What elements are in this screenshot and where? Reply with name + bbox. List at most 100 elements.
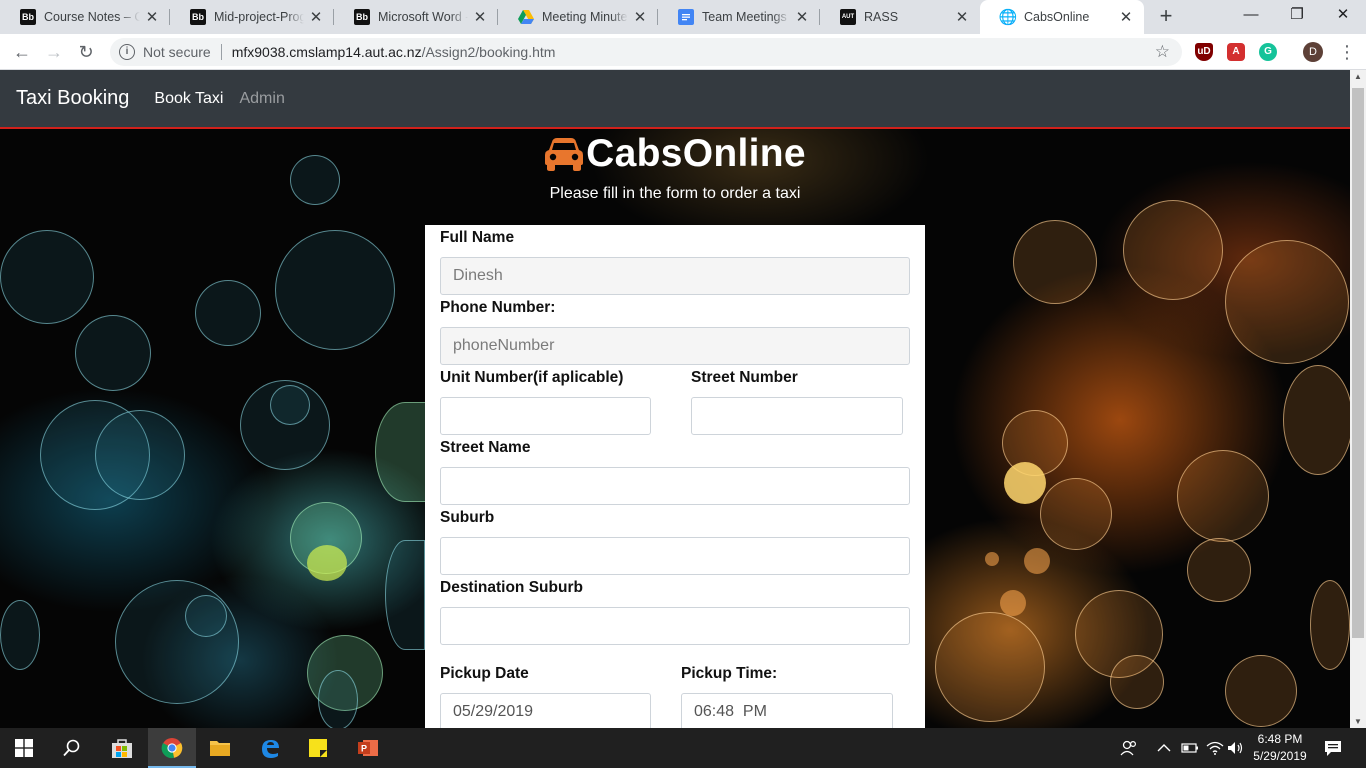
action-center-notification-icon[interactable] [1324, 728, 1342, 768]
info-icon[interactable]: i [119, 44, 135, 60]
nav-link-admin[interactable]: Admin [239, 90, 284, 108]
browser-tab-active[interactable]: 🌐 CabsOnline ✕ [980, 0, 1144, 34]
chrome-icon [161, 738, 183, 759]
start-button[interactable] [0, 728, 48, 768]
close-tab-icon[interactable]: ✕ [144, 8, 160, 26]
browser-tab[interactable]: Bb Microsoft Word - V ✕ [334, 0, 498, 34]
grammarly-extension-icon[interactable]: G [1259, 43, 1277, 61]
search-icon [63, 739, 80, 757]
taskbar-edge[interactable] [246, 728, 294, 768]
taskbar-store[interactable] [98, 728, 146, 768]
url-host: mfx9038.cmslamp14.aut.ac.nz [231, 44, 422, 60]
clock-time: 6:48 PM [1257, 732, 1303, 746]
close-tab-icon[interactable]: ✕ [632, 8, 648, 26]
pickup-date-label: Pickup Date [440, 665, 529, 682]
tab-title: Microsoft Word - V [378, 10, 468, 24]
bookmark-star-icon[interactable]: ☆ [1155, 42, 1170, 62]
chrome-menu-icon[interactable]: ⋮ [1338, 40, 1356, 64]
street-number-label: Street Number [691, 369, 798, 386]
bokeh-bubble [0, 600, 40, 670]
page-scrollbar[interactable]: ▲ ▼ [1350, 70, 1366, 728]
browser-tab[interactable]: Bb Course Notes – CC ✕ [0, 0, 170, 34]
destination-suburb-label: Destination Suburb [440, 579, 583, 596]
back-button[interactable]: ← [10, 40, 34, 64]
show-hidden-icons-chevron-icon[interactable] [1157, 728, 1171, 768]
bokeh-bubble [275, 230, 395, 350]
pickup-date-input[interactable]: 05/29/2019 [440, 693, 651, 728]
browser-tab[interactable]: Bb Mid-project-Progr ✕ [170, 0, 334, 34]
close-tab-icon[interactable]: ✕ [1118, 8, 1134, 26]
bokeh-bubble [1225, 655, 1297, 727]
taskbar-clock[interactable]: 6:48 PM 5/29/2019 [1240, 731, 1320, 765]
street-name-input[interactable] [440, 467, 910, 505]
destination-suburb-input[interactable] [440, 607, 910, 645]
tab-title: Mid-project-Progr [214, 10, 304, 24]
taskbar-powerpoint[interactable]: P [344, 728, 392, 768]
battery-icon[interactable] [1181, 728, 1199, 768]
powerpoint-icon: P [358, 740, 378, 756]
wifi-icon[interactable] [1206, 728, 1224, 768]
security-status[interactable]: Not secure [143, 44, 211, 60]
bokeh-bubble [385, 540, 425, 650]
reload-button[interactable]: ↻ [74, 40, 98, 64]
browser-tab[interactable]: Meeting Minutes - ✕ [498, 0, 658, 34]
close-window-button[interactable]: ✕ [1320, 0, 1366, 30]
bokeh-bubble [1187, 538, 1251, 602]
phone-input[interactable]: phoneNumber [440, 327, 910, 365]
bokeh-bubble [185, 595, 227, 637]
tab-title: Meeting Minutes - [542, 10, 628, 24]
acrobat-extension-icon[interactable]: A [1227, 43, 1245, 61]
bokeh-bubble [0, 230, 94, 324]
phone-label: Phone Number: [440, 299, 556, 316]
clock-date: 5/29/2019 [1253, 749, 1307, 763]
restore-button[interactable]: ❐ [1274, 0, 1320, 30]
taskbar-file-explorer[interactable] [196, 728, 244, 768]
street-number-input[interactable] [691, 397, 903, 435]
url-path: /Assign2/booking.htm [421, 44, 556, 60]
taskbar-sticky-notes[interactable] [294, 728, 342, 768]
close-tab-icon[interactable]: ✕ [794, 8, 810, 26]
suburb-input[interactable] [440, 537, 910, 575]
new-tab-button[interactable]: + [1155, 5, 1177, 27]
pickup-time-input[interactable]: 06:48 PM [681, 693, 893, 728]
scrollbar-thumb[interactable] [1352, 88, 1364, 638]
nav-link-book-taxi[interactable]: Book Taxi [154, 90, 223, 108]
blackboard-icon: Bb [20, 9, 36, 25]
bokeh-bubble [307, 545, 347, 581]
search-button[interactable] [48, 728, 96, 768]
windows-logo-icon [15, 739, 33, 757]
bokeh-bubble [75, 315, 151, 391]
svg-text:P: P [361, 744, 367, 754]
forward-button[interactable]: → [42, 40, 66, 64]
suburb-label: Suburb [440, 509, 495, 526]
scroll-down-arrow-icon[interactable]: ▼ [1354, 717, 1362, 726]
bokeh-bubble [1000, 590, 1026, 616]
navbar-brand[interactable]: Taxi Booking [16, 87, 129, 110]
unit-number-input[interactable] [440, 397, 651, 435]
unit-number-label: Unit Number(if aplicable) [440, 369, 624, 386]
page-subtitle: Please fill in the form to order a taxi [549, 185, 801, 202]
browser-tab[interactable]: Team Meetings - C ✕ [658, 0, 820, 34]
store-icon [112, 739, 132, 758]
browser-tab[interactable]: AUT RASS ✕ [820, 0, 980, 34]
close-tab-icon[interactable]: ✕ [472, 8, 488, 26]
page-title: CabsOnline [544, 132, 806, 176]
tab-title: RASS [864, 10, 899, 24]
pickup-time-label: Pickup Time: [681, 665, 778, 682]
heading-text: CabsOnline [586, 132, 806, 175]
scroll-up-arrow-icon[interactable]: ▲ [1354, 72, 1362, 81]
bokeh-bubble [1004, 462, 1046, 504]
people-icon[interactable] [1120, 728, 1138, 768]
aut-icon: AUT [840, 9, 856, 25]
bokeh-bubble [1024, 548, 1050, 574]
site-navbar: Taxi Booking Book Taxi Admin [0, 70, 1350, 129]
ublock-extension-icon[interactable]: uD [1195, 43, 1213, 61]
full-name-input[interactable]: Dinesh [440, 257, 910, 295]
close-tab-icon[interactable]: ✕ [308, 8, 324, 26]
car-icon [545, 138, 584, 171]
address-bar[interactable]: i Not secure mfx9038.cmslamp14.aut.ac.nz… [110, 38, 1182, 66]
profile-avatar[interactable]: D [1303, 42, 1323, 62]
close-tab-icon[interactable]: ✕ [954, 8, 970, 26]
minimize-button[interactable]: — [1228, 0, 1274, 30]
taskbar-chrome[interactable] [148, 728, 196, 768]
